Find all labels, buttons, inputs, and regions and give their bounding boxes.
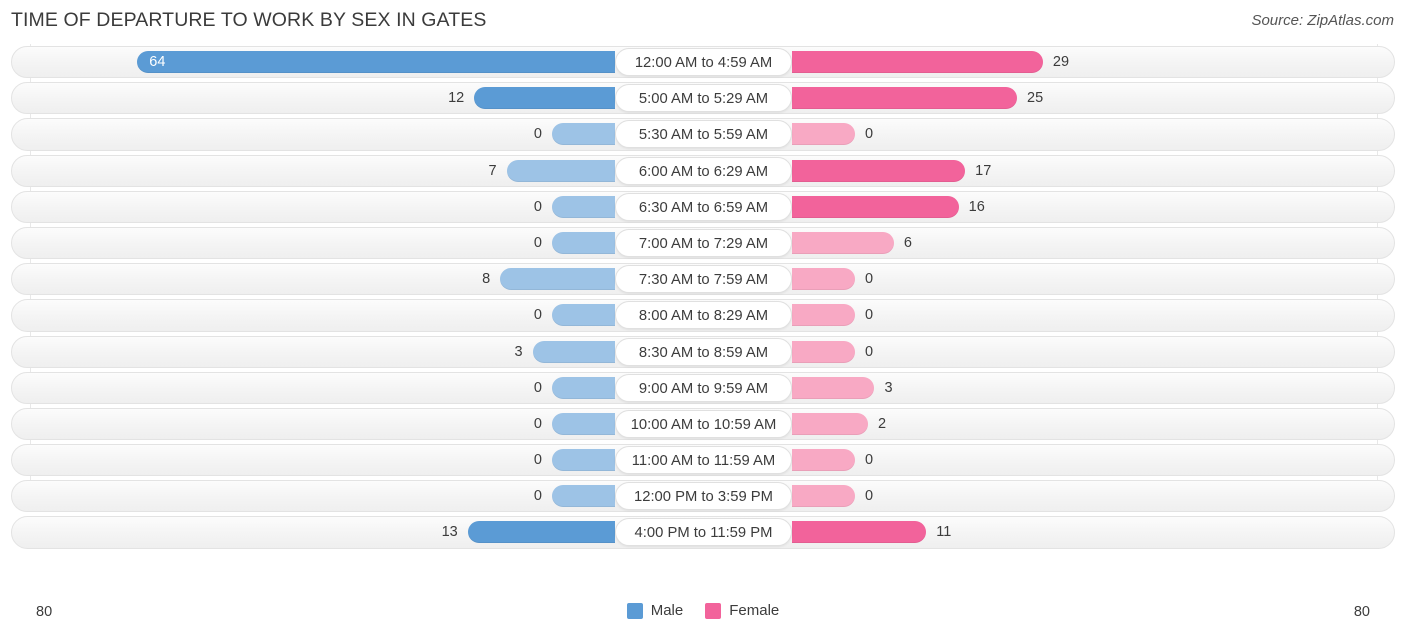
female-bar [792,376,875,399]
male-bar [500,268,615,291]
category-label: 10:00 AM to 10:59 AM [615,409,792,438]
category-label: 6:30 AM to 6:59 AM [615,192,792,221]
male-bar [552,376,615,399]
category-label: 5:30 AM to 5:59 AM [615,120,792,149]
category-label: 7:30 AM to 7:59 AM [615,265,792,294]
male-bar [552,449,615,472]
female-value-label: 29 [1052,54,1070,70]
male-value-label: 0 [533,488,542,505]
male-bar [552,412,615,435]
female-bar [792,195,959,218]
chart-header: TIME OF DEPARTURE TO WORK BY SEX IN GATE… [0,0,1406,42]
chart-row: 12 5:00 AM to 5:29 AM 25 [0,80,1406,116]
male-bar [552,485,615,508]
chart-row: 0 6:30 AM to 6:59 AM 16 [0,189,1406,225]
category-label: 12:00 AM to 4:59 AM [615,48,792,76]
female-bar [792,485,855,508]
male-value-label: 0 [533,307,542,324]
legend-swatch-male-icon [626,602,643,619]
legend-swatch-female-icon [705,602,722,619]
female-value-label: 0 [865,271,874,288]
female-bar [792,449,855,472]
male-value-label: 8 [482,271,491,288]
chart-row: 3 8:30 AM to 8:59 AM 0 [0,334,1406,370]
male-value-label: 0 [533,415,542,432]
chart-row: 0 11:00 AM to 11:59 AM 0 [0,442,1406,478]
male-bar [552,195,615,218]
chart-row: 7 6:00 AM to 6:29 AM 17 [0,153,1406,189]
female-bar [792,159,966,182]
category-label: 4:00 PM to 11:59 PM [615,518,792,547]
legend-item-male[interactable]: Male [626,602,684,619]
male-value-label: 0 [533,379,542,396]
male-value-label: 0 [533,452,542,469]
male-value-label: 0 [533,198,542,215]
female-bar [792,412,868,435]
legend-label: Female [729,602,780,619]
legend-item-female[interactable]: Female [705,602,779,619]
chart-row: 8 7:30 AM to 7:59 AM 0 [0,261,1406,297]
male-bar [474,87,615,110]
female-bar [792,231,894,254]
male-value-label: 12 [448,90,465,107]
male-value-label: 0 [533,126,542,143]
female-bar [792,51,1043,73]
chart-row: 0 8:00 AM to 8:29 AM 0 [0,297,1406,333]
category-label: 8:00 AM to 8:29 AM [615,301,792,330]
female-value-label: 11 [936,524,952,541]
chart-row: 0 7:00 AM to 7:29 AM 6 [0,225,1406,261]
male-bar [552,123,615,146]
chart-plot-area: 64 12:00 AM to 4:59 AM 29 12 5:00 AM to 5:29… [0,44,1406,620]
category-label: 12:00 PM to 3:59 PM [615,482,792,511]
chart-row: 64 12:00 AM to 4:59 AM 29 [0,44,1406,80]
male-bar [552,231,615,254]
female-value-label: 6 [903,234,912,251]
source-attribution: Source: ZipAtlas.com [1251,12,1394,29]
category-label: 8:30 AM to 8:59 AM [615,337,792,366]
chart-page: TIME OF DEPARTURE TO WORK BY SEX IN GATE… [0,0,1406,620]
male-bar [137,51,615,73]
female-value-label: 25 [1027,90,1044,107]
male-value-label: 64 [149,54,166,70]
category-label: 11:00 AM to 11:59 AM [615,446,792,475]
male-bar [506,159,615,182]
page-title: TIME OF DEPARTURE TO WORK BY SEX IN GATE… [11,9,487,31]
male-value-label: 7 [488,162,497,179]
chart-legend: Male Female [0,602,1406,619]
chart-row: 0 10:00 AM to 10:59 AM 2 [0,406,1406,442]
category-label: 7:00 AM to 7:29 AM [615,228,792,257]
category-label: 9:00 AM to 9:59 AM [615,373,792,402]
category-label: 5:00 AM to 5:29 AM [615,84,792,113]
chart-row: 0 9:00 AM to 9:59 AM 3 [0,370,1406,406]
chart-row: 0 5:30 AM to 5:59 AM 0 [0,116,1406,152]
female-value-label: 0 [865,452,874,469]
male-value-label: 13 [441,524,458,541]
female-bar [792,340,855,363]
female-bar [792,521,927,544]
chart-row: 13 4:00 PM to 11:59 PM 11 [0,514,1406,550]
female-value-label: 0 [865,343,874,360]
female-value-label: 17 [975,162,992,179]
female-bar [792,268,855,291]
female-value-label: 2 [877,415,887,432]
male-value-label: 3 [514,343,523,360]
chart-row: 0 12:00 PM to 3:59 PM 0 [0,478,1406,514]
male-bar [467,521,615,544]
female-value-label: 0 [865,126,874,143]
female-bar [792,87,1017,110]
male-bar [552,304,615,327]
female-bar [792,304,855,327]
chart-rows: 64 12:00 AM to 4:59 AM 29 12 5:00 AM to 5:29… [0,44,1406,551]
male-bar [532,340,615,363]
legend-label: Male [650,602,684,619]
female-bar [792,123,855,146]
female-value-label: 0 [865,307,874,324]
female-value-label: 16 [968,198,985,215]
category-label: 6:00 AM to 6:29 AM [615,156,792,185]
male-value-label: 0 [533,234,542,251]
female-value-label: 0 [865,488,874,505]
female-value-label: 3 [884,379,893,396]
